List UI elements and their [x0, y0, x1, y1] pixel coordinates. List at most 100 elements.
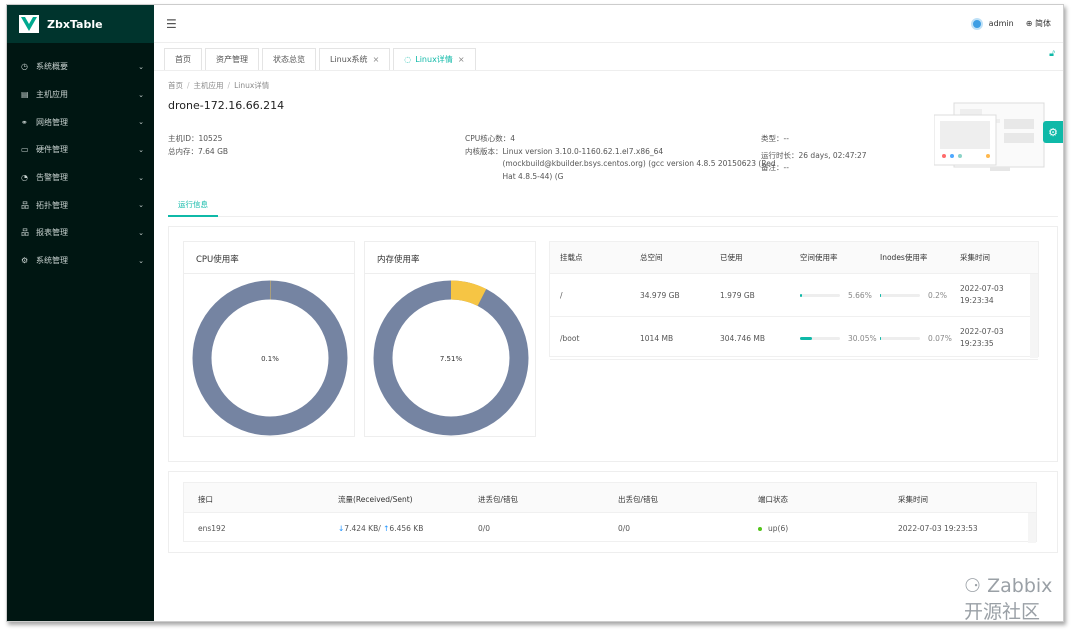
tab-label: 资产管理	[216, 55, 248, 64]
sidebar-item-7[interactable]: ⚙ 系统管理 ⌄	[7, 247, 154, 275]
breadcrumb-separator: /	[227, 81, 231, 90]
dashboard-illustration	[933, 101, 1046, 175]
donut-center-label: 7.51%	[440, 355, 463, 363]
tab-3[interactable]: Linux系统 ×	[319, 48, 391, 70]
watermark: ⚆ Zabbix开源社区	[964, 575, 1063, 621]
space-usage-fill	[800, 294, 803, 297]
cpu-usage-title: CPU使用率	[184, 242, 354, 274]
inode-usage-bar	[880, 337, 920, 340]
network-panel: 接口 流量(Received/Sent) 进丢包/错包 出丢包/错包 端口状态 采集时间 …	[168, 471, 1058, 553]
breadcrumb-item: Linux详情	[234, 81, 270, 90]
space-usage: 5.66%	[800, 291, 872, 300]
traffic: ↓7.424 KB/ ↑6.456 KB	[338, 524, 423, 533]
host-id-value: 10525	[198, 134, 223, 143]
traffic-received: 7.424 KB/	[344, 524, 381, 533]
app-window: ZbxTable ◷ 系统概要 ⌄ ▤ 主机应用 ⌄ ⚭ 网络管理 ⌄ ▭ 硬件管理 ⌄ ◔ 告警管理 ⌄ 品…	[6, 4, 1064, 622]
total-mem-value: 7.64 GB	[198, 146, 229, 156]
lock-icon[interactable]: 🔓︎	[1049, 49, 1055, 59]
sidebar: ZbxTable ◷ 系统概要 ⌄ ▤ 主机应用 ⌄ ⚭ 网络管理 ⌄ ▭ 硬件管理 ⌄ ◔ 告警管理 ⌄ 品…	[7, 5, 154, 621]
cpu-cores-label: CPU核心数：	[465, 134, 511, 143]
uptime-label: 运行时长：	[761, 150, 799, 160]
sidebar-item-0[interactable]: ◷ 系统概要 ⌄	[7, 53, 154, 81]
sidebar-item-label: 网络管理	[36, 117, 68, 127]
chevron-down-icon: ⌄	[138, 62, 144, 71]
table-row: /boot 1014 MB 304.746 MB 30.05% 0.07% 2022-07…	[550, 317, 1038, 360]
donut-center-label: 0.1%	[261, 355, 279, 363]
page-title: drone-172.16.66.214	[168, 99, 285, 112]
inode-usage: 0.07%	[880, 334, 952, 343]
close-icon[interactable]: ×	[373, 55, 380, 64]
mem-usage-title: 内存使用率	[365, 242, 535, 274]
avatar[interactable]	[970, 17, 983, 30]
runtime-panel: CPU使用率 0.1% 内存使用率 7.51% 挂载点 总空间 已使用 空间使用率 In…	[168, 226, 1058, 462]
space-usage: 30.05%	[800, 334, 877, 343]
wechat-icon: ⚆	[964, 575, 982, 597]
chevron-down-icon: ⌄	[138, 201, 144, 210]
collect-time: 2022-07-03 19:23:35	[960, 326, 1004, 350]
total-space: 1014 MB	[640, 333, 674, 343]
collect-date: 2022-07-03	[960, 327, 1004, 336]
cpu-cores-value: 4	[510, 134, 516, 143]
close-icon[interactable]: ×	[458, 55, 465, 64]
space-usage-bar	[800, 294, 840, 297]
network-scrollbar[interactable]	[1028, 513, 1036, 543]
sidebar-item-6[interactable]: 品报表管理 ⌄	[7, 219, 154, 247]
collect-clock: 19:23:35	[960, 339, 994, 348]
settings-gear-icon[interactable]: ⚙	[1043, 121, 1063, 143]
tab-0[interactable]: 首页	[164, 48, 202, 70]
main-area: ☰ admin ⊕ 简体 首页 资产管理 状态总览 Linux系统 × ◌ Linux详情 ×…	[154, 5, 1063, 621]
net-header-cell: 端口状态	[758, 495, 788, 504]
mount-point: /	[560, 290, 563, 300]
fs-header-cell: Inodes使用率	[880, 253, 928, 262]
user-name[interactable]: admin	[989, 19, 1014, 28]
logo-icon	[19, 15, 39, 33]
port-status: up(6)	[758, 524, 788, 533]
mount-point: /boot	[560, 333, 580, 343]
kernel-label: 内核版本：	[465, 146, 503, 156]
tab-runtime-info[interactable]: 运行信息	[168, 199, 218, 217]
kernel-line-2: (mockbuild@kbuilder.bsys.centos.org) (gc…	[502, 159, 776, 168]
inode-usage-fill	[880, 337, 881, 340]
chevron-down-icon: ⌄	[138, 173, 144, 182]
out-drop-error: 0/0	[618, 524, 631, 533]
breadcrumb-item[interactable]: 首页	[168, 81, 183, 90]
top-bar: ☰ admin ⊕ 简体	[154, 5, 1063, 43]
tab-2[interactable]: 状态总览	[262, 48, 316, 70]
sidebar-item-1[interactable]: ▤ 主机应用 ⌄	[7, 81, 154, 109]
breadcrumb-separator: /	[187, 81, 190, 90]
net-header-cell: 流量(Received/Sent)	[338, 495, 413, 504]
tab-1[interactable]: 资产管理	[205, 48, 259, 70]
fs-header-cell: 采集时间	[960, 253, 990, 262]
net-header-cell: 采集时间	[898, 495, 928, 504]
chevron-down-icon: ⌄	[138, 145, 144, 154]
refresh-icon: ◌	[404, 55, 412, 64]
report-icon: 品	[21, 228, 29, 238]
filesystem-scrollbar[interactable]	[1030, 274, 1038, 358]
breadcrumb-item[interactable]: 主机应用	[194, 81, 224, 90]
collect-clock: 19:23:34	[960, 296, 994, 305]
network-icon: ⚭	[21, 117, 28, 127]
total-space: 34.979 GB	[640, 290, 680, 300]
sidebar-item-label: 报表管理	[36, 228, 68, 238]
tab-4[interactable]: ◌ Linux详情 ×	[393, 48, 476, 70]
sidebar-item-2[interactable]: ⚭ 网络管理 ⌄	[7, 108, 154, 136]
sidebar-item-3[interactable]: ▭ 硬件管理 ⌄	[7, 136, 154, 164]
filesystem-table: 挂载点 总空间 已使用 空间使用率 Inodes使用率 采集时间 / 34.979 GB 1.…	[549, 241, 1039, 360]
menu-fold-icon[interactable]: ☰	[166, 17, 177, 31]
inode-usage-label: 0.2%	[928, 290, 948, 300]
space-usage-fill	[800, 337, 813, 340]
filesystem-table-body: / 34.979 GB 1.979 GB 5.66% 0.2% 2022-07-03 19:…	[550, 274, 1038, 360]
collect-date: 2022-07-03	[960, 284, 1004, 293]
sidebar-item-5[interactable]: 品拓扑管理 ⌄	[7, 191, 154, 219]
sidebar-item-label: 硬件管理	[36, 145, 68, 155]
language-switch[interactable]: ⊕ 简体	[1026, 18, 1051, 29]
collect-time: 2022-07-03 19:23:34	[960, 283, 1004, 307]
mem-donut-chart: 7.51%	[373, 280, 529, 436]
total-mem-label: 总内存：	[168, 146, 198, 156]
net-header-cell: 出丢包/错包	[618, 495, 659, 504]
cpu-usage-card: CPU使用率 0.1%	[183, 241, 355, 437]
alarm-icon: ◔	[21, 173, 28, 183]
topology-icon: 品	[21, 200, 29, 210]
sidebar-item-4[interactable]: ◔ 告警管理 ⌄	[7, 164, 154, 192]
mem-usage-card: 内存使用率 7.51%	[364, 241, 536, 437]
